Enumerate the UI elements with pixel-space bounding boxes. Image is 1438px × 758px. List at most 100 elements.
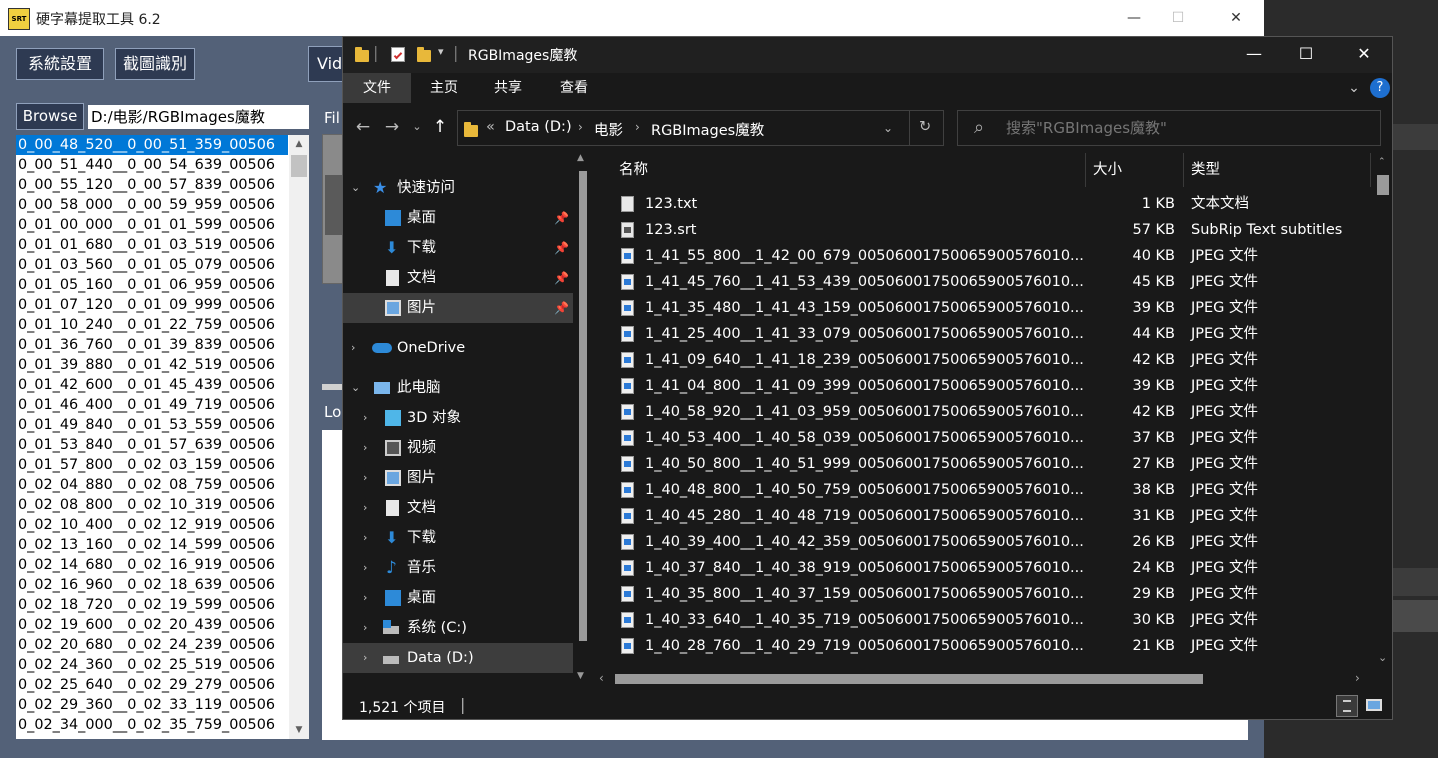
list-scroll-thumb[interactable] xyxy=(291,155,307,177)
chevron-right-icon[interactable]: › xyxy=(363,463,367,493)
file-row[interactable]: 1_40_50_800__1_40_51_999_005060017500659… xyxy=(595,451,1370,477)
nav-documents-pc[interactable]: › 文档 xyxy=(343,493,573,523)
list-item[interactable]: 0_01_46_400__0_01_49_719_00506 xyxy=(16,395,288,415)
customize-toolbar-icon[interactable]: ▾ xyxy=(438,45,444,58)
pin-icon[interactable]: 📌 xyxy=(554,233,569,263)
tab-view[interactable]: 查看 xyxy=(547,73,601,103)
file-row[interactable]: 1_41_04_800__1_41_09_399_005060017500659… xyxy=(595,373,1370,399)
file-row[interactable]: 1_41_35_480__1_41_43_159_005060017500659… xyxy=(595,295,1370,321)
list-item[interactable]: 0_01_36_760__0_01_39_839_00506 xyxy=(16,335,288,355)
nav-downloads-pc[interactable]: › ⬇ 下载 xyxy=(343,523,573,553)
chevron-right-icon[interactable]: › xyxy=(363,523,367,553)
list-item[interactable]: 0_01_57_800__0_02_03_159_00506 xyxy=(16,455,288,475)
list-item[interactable]: 0_02_34_000__0_02_35_759_00506 xyxy=(16,715,288,735)
nav-system-c[interactable]: › 系统 (C:) xyxy=(343,613,573,643)
nav-this-pc[interactable]: ⌄ 此电脑 xyxy=(343,373,573,403)
chevron-right-icon[interactable]: › xyxy=(363,583,367,613)
list-item[interactable]: 0_00_55_120__0_00_57_839_00506 xyxy=(16,175,288,195)
scroll-up-icon[interactable]: ▲ xyxy=(577,153,584,163)
search-input[interactable] xyxy=(1006,119,1366,137)
list-item[interactable]: 0_02_18_720__0_02_19_599_00506 xyxy=(16,595,288,615)
list-item[interactable]: 0_02_16_960__0_02_18_639_00506 xyxy=(16,575,288,595)
file-row[interactable]: 1_41_55_800__1_42_00_679_005060017500659… xyxy=(595,243,1370,269)
list-item[interactable]: 0_02_08_800__0_02_10_319_00506 xyxy=(16,495,288,515)
column-name-header[interactable]: 名称 xyxy=(619,153,648,187)
scroll-up-icon[interactable]: ⌃ xyxy=(1378,157,1386,167)
up-icon[interactable]: ↑ xyxy=(428,115,452,139)
list-item[interactable]: 0_00_51_440__0_00_54_639_00506 xyxy=(16,155,288,175)
list-item[interactable]: 0_02_04_880__0_02_08_759_00506 xyxy=(16,475,288,495)
list-item[interactable]: 0_01_49_840__0_01_53_559_00506 xyxy=(16,415,288,435)
app-minimize-button[interactable]: — xyxy=(1114,6,1154,30)
browse-button[interactable]: Browse xyxy=(16,103,84,130)
horizontal-scroll-thumb[interactable] xyxy=(615,674,1203,684)
list-item[interactable]: 0_01_42_600__0_01_45_439_00506 xyxy=(16,375,288,395)
expand-ribbon-icon[interactable]: ⌄ xyxy=(1343,73,1365,103)
back-icon[interactable]: ← xyxy=(351,115,375,139)
list-item[interactable]: 0_02_19_600__0_02_20_439_00506 xyxy=(16,615,288,635)
list-item[interactable]: 0_02_13_160__0_02_14_599_00506 xyxy=(16,535,288,555)
list-item[interactable]: 0_00_58_000__0_00_59_959_00506 xyxy=(16,195,288,215)
tab-home[interactable]: 主页 xyxy=(417,73,471,103)
list-item[interactable]: 0_02_10_400__0_02_12_919_00506 xyxy=(16,515,288,535)
large-icons-view-icon[interactable] xyxy=(1363,695,1385,717)
chevron-right-icon[interactable]: › xyxy=(363,553,367,583)
list-item[interactable]: 0_02_14_680__0_02_16_919_00506 xyxy=(16,555,288,575)
nav-documents[interactable]: 文档 📌 xyxy=(343,263,573,293)
nav-desktop-pc[interactable]: › 桌面 xyxy=(343,583,573,613)
chevron-right-icon[interactable]: › xyxy=(363,613,367,643)
column-type-header[interactable]: 类型 xyxy=(1191,153,1220,187)
scroll-right-icon[interactable]: › xyxy=(1355,671,1360,685)
explorer-minimize-button[interactable]: — xyxy=(1231,37,1277,71)
scroll-down-icon[interactable]: ▼ xyxy=(577,671,584,681)
recent-locations-icon[interactable]: ⌄ xyxy=(405,115,429,139)
list-item[interactable]: 0_01_10_240__0_01_22_759_00506 xyxy=(16,315,288,335)
file-row[interactable]: 1_41_09_640__1_41_18_239_005060017500659… xyxy=(595,347,1370,373)
details-view-icon[interactable] xyxy=(1336,695,1358,717)
image-file-list[interactable]: 0_00_48_520__0_00_51_359_00506 0_00_51_44… xyxy=(16,135,309,739)
system-settings-button[interactable]: 系統設置 xyxy=(16,48,104,80)
list-item[interactable]: 0_02_24_360__0_02_25_519_00506 xyxy=(16,655,288,675)
file-row[interactable]: 1_41_45_760__1_41_53_439_005060017500659… xyxy=(595,269,1370,295)
tab-share[interactable]: 共享 xyxy=(481,73,535,103)
help-icon[interactable]: ? xyxy=(1370,78,1390,98)
list-item[interactable]: 0_00_48_520__0_00_51_359_00506 xyxy=(16,135,288,155)
address-bar[interactable]: « Data (D:) › 电影 › RGBImages魔教 ⌄ ↻ xyxy=(457,110,944,146)
horizontal-scrollbar[interactable]: ‹ › xyxy=(595,669,1372,689)
chevron-right-icon[interactable]: › xyxy=(351,333,355,363)
nav-music[interactable]: › ♪ 音乐 xyxy=(343,553,573,583)
list-scrollbar[interactable]: ▲ ▼ xyxy=(289,135,309,739)
screenshot-recognize-button[interactable]: 截圖識別 xyxy=(115,48,195,80)
nav-desktop[interactable]: 桌面 📌 xyxy=(343,203,573,233)
chevron-right-icon[interactable]: › xyxy=(363,643,367,673)
file-row[interactable]: 123.srt 57 KB SubRip Text subtitles xyxy=(595,217,1370,243)
breadcrumb-folder-movies[interactable]: 电影 xyxy=(594,119,623,140)
overflow-icon[interactable]: « xyxy=(486,119,495,135)
address-dropdown-icon[interactable]: ⌄ xyxy=(883,121,893,135)
scroll-left-icon[interactable]: ‹ xyxy=(599,671,604,685)
chevron-down-icon[interactable]: ⌄ xyxy=(351,173,360,203)
position-slider[interactable] xyxy=(322,384,344,390)
nav-pictures[interactable]: 图片 📌 xyxy=(343,293,573,323)
file-scroll-thumb[interactable] xyxy=(1377,175,1389,195)
list-item[interactable]: 0_02_20_680__0_02_24_239_00506 xyxy=(16,635,288,655)
file-row[interactable]: 1_40_39_400__1_40_42_359_005060017500659… xyxy=(595,529,1370,555)
pin-icon[interactable]: 📌 xyxy=(554,203,569,233)
nav-3d-objects[interactable]: › 3D 对象 xyxy=(343,403,573,433)
file-row[interactable]: 1_41_25_400__1_41_33_079_005060017500659… xyxy=(595,321,1370,347)
pin-icon[interactable]: 📌 xyxy=(554,263,569,293)
nav-videos[interactable]: › 视频 xyxy=(343,433,573,463)
list-item[interactable]: 0_01_00_000__0_01_01_599_00506 xyxy=(16,215,288,235)
app-close-button[interactable]: ✕ xyxy=(1216,6,1256,30)
chevron-right-icon[interactable]: › xyxy=(363,403,367,433)
breadcrumb-separator-icon[interactable]: › xyxy=(635,120,640,134)
explorer-maximize-button[interactable]: ☐ xyxy=(1283,37,1329,71)
path-input[interactable] xyxy=(88,105,309,129)
nav-scroll-thumb[interactable] xyxy=(579,171,587,641)
list-item[interactable]: 0_01_03_560__0_01_05_079_00506 xyxy=(16,255,288,275)
scroll-up-icon[interactable]: ▲ xyxy=(289,135,309,153)
forward-icon[interactable]: → xyxy=(380,115,404,139)
breadcrumb-separator-icon[interactable]: › xyxy=(578,120,583,134)
app-maximize-button[interactable]: ☐ xyxy=(1158,6,1198,30)
list-item[interactable]: 0_02_29_360__0_02_33_119_00506 xyxy=(16,695,288,715)
